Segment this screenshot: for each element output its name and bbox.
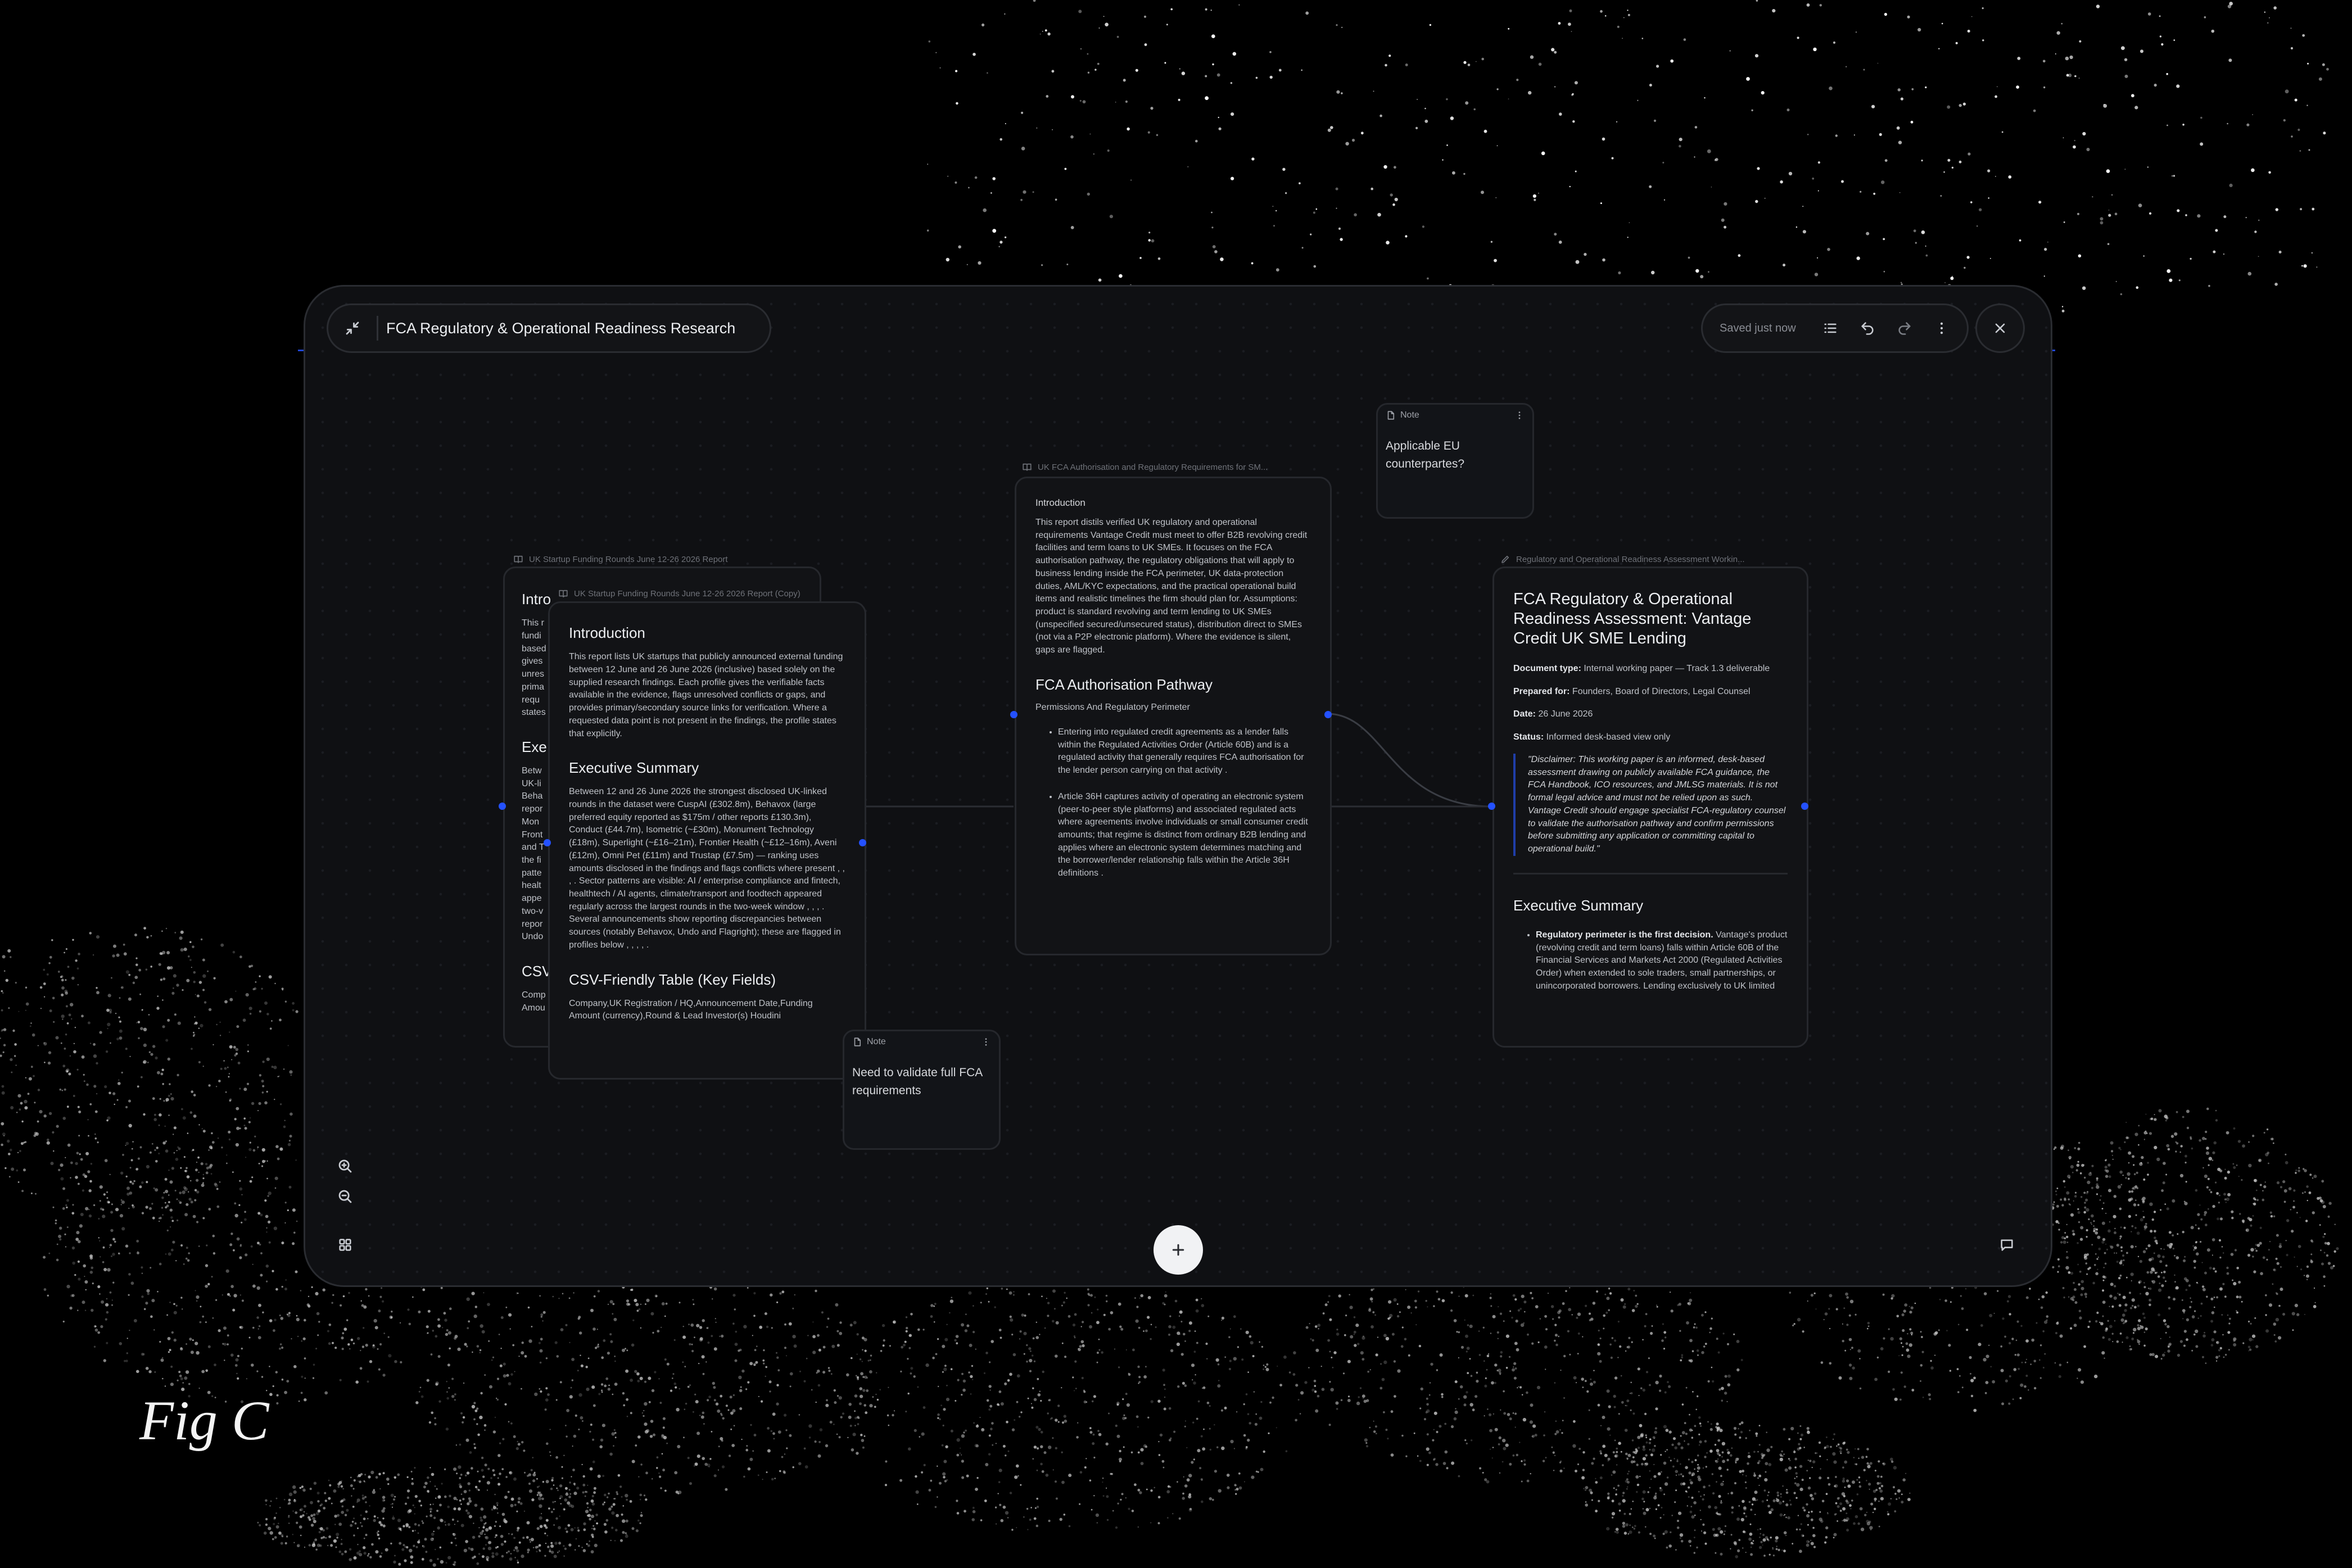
exec-heading: Executive Summary [569,759,699,777]
exec-heading: Executive Summary [1513,896,1644,914]
connection-handle[interactable] [1010,711,1017,718]
zoom-out-icon [338,1190,352,1203]
list-icon [1824,323,1837,333]
undo-icon [1861,322,1874,335]
title-bar: FCA Regulatory & Operational Readiness R… [327,303,771,353]
redo-button[interactable] [1886,305,1923,351]
exec-bullets: Regulatory perimeter is the first decisi… [1513,929,1788,993]
section-divider [1513,872,1788,874]
chat-icon [2001,1239,2013,1251]
card-header-assessment[interactable]: Regulatory and Operational Readiness Ass… [1500,554,1804,564]
list-item: Article 36H captures activity of operati… [1058,791,1311,880]
more-vertical-icon [1940,322,1943,334]
csv-text: Company,UK Registration / HQ,Announcemen… [569,998,813,1021]
pen-icon [1501,555,1509,563]
meta-prepared-for: Prepared for: Founders, Board of Directo… [1513,686,1751,696]
collapse-icon [346,321,359,335]
intro-heading: Introduction [1035,497,1085,508]
connection-handle[interactable] [1324,711,1332,718]
pathway-bullets: Entering into regulated credit agreement… [1035,726,1311,880]
note-text[interactable]: Applicable EU counterpartes? [1386,437,1520,473]
book-icon [559,590,568,597]
save-status: Saved just now [1720,321,1796,334]
document-card-fca[interactable]: Introduction This report distils verifie… [1015,477,1332,955]
pathway-heading: FCA Authorisation Pathway [1035,676,1213,693]
collapse-button[interactable] [328,305,377,351]
list-item: Regulatory perimeter is the first decisi… [1536,929,1788,993]
assessment-title: FCA Regulatory & Operational Readiness A… [1513,590,1752,647]
undo-button[interactable] [1849,305,1886,351]
intro-text: This report lists UK startups that publi… [569,652,843,738]
meta-doc-type: Document type: Internal working paper — … [1513,664,1770,674]
zoom-in-button[interactable] [331,1152,359,1180]
pathway-subheading: Permissions And Regulatory Perimeter [1035,702,1190,712]
document-card-startup-copy[interactable]: Introduction This report lists UK startu… [548,601,866,1080]
book-icon [514,555,523,563]
zoom-out-button[interactable] [331,1182,359,1211]
document-card-assessment[interactable]: FCA Regulatory & Operational Readiness A… [1492,567,1808,1048]
canvas-window[interactable]: FCA Regulatory & Operational Readiness R… [304,285,2052,1287]
disclaimer-quote: "Disclaimer: This working paper is an in… [1513,753,1788,856]
card-header-startup-copy[interactable]: UK Startup Funding Rounds June 12-26 202… [558,588,873,599]
note-icon [1387,411,1395,420]
grid-view-button[interactable] [331,1231,359,1259]
chat-button[interactable] [1993,1231,2021,1259]
connection-handle[interactable] [859,839,866,846]
more-vertical-icon[interactable] [1514,410,1525,420]
close-button[interactable] [1975,303,2025,353]
zoom-in-icon [338,1159,352,1173]
note-text[interactable]: Need to validate full FCA requirements [852,1064,987,1099]
note-label: Note [867,1037,886,1046]
meta-date: Date: 26 June 2026 [1513,709,1593,719]
card-header-fca[interactable]: UK FCA Authorisation and Regulatory Requ… [1022,462,1326,472]
canvas-title[interactable]: FCA Regulatory & Operational Readiness R… [386,320,735,337]
grid-icon [339,1239,351,1251]
figure-label: Fig C [139,1389,269,1452]
note-card-eu[interactable]: Note Applicable EU counterpartes? [1376,403,1534,519]
connection-handle[interactable] [544,839,551,846]
toolbar: Saved just now [1701,303,1969,353]
note-label: Note [1400,410,1419,420]
meta-status: Status: Informed desk-based view only [1513,732,1671,742]
more-options-button[interactable] [1923,305,1960,351]
list-item: Entering into regulated credit agreement… [1058,726,1311,777]
exec-text: Between 12 and 26 June 2026 the stronges… [569,787,845,950]
outline-button[interactable] [1812,305,1849,351]
note-card-fca[interactable]: Note Need to validate full FCA requireme… [843,1030,1001,1150]
close-icon [1995,323,2005,333]
more-vertical-icon[interactable] [981,1037,991,1047]
redo-icon [1898,322,1911,335]
plus-icon [1172,1244,1184,1256]
add-node-button[interactable] [1154,1225,1203,1275]
intro-text: This report distils verified UK regulato… [1035,518,1308,655]
card-header-startup-original[interactable]: UK Startup Funding Rounds June 12-26 202… [513,554,828,564]
connection-handle[interactable] [499,803,506,810]
intro-heading: Introduction [569,624,645,641]
csv-heading: CSV-Friendly Table (Key Fields) [569,971,776,988]
book-icon [1023,463,1032,471]
title-divider [377,316,378,341]
note-icon [854,1037,861,1046]
connection-handle[interactable] [1801,803,1808,810]
connection-handle[interactable] [1488,803,1495,810]
